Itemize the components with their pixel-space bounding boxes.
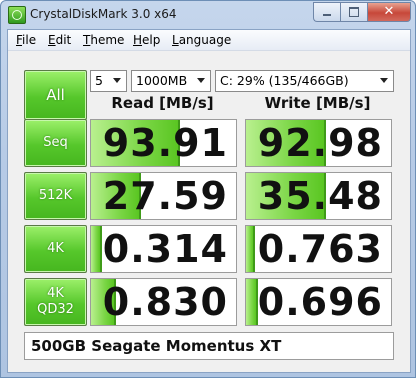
- seq-label: Seq: [43, 135, 68, 150]
- drive-value: C: 29% (135/466GB): [220, 73, 349, 88]
- drive-select[interactable]: C: 29% (135/466GB): [215, 70, 394, 92]
- client-area: File Edit Theme Help Language All 5 1000…: [7, 29, 411, 373]
- seq-read-value: 93.91: [102, 121, 228, 165]
- menu-file[interactable]: File: [16, 33, 36, 47]
- menu-help-label: elp: [142, 33, 161, 47]
- 4k-write-cell: 0.763: [245, 225, 392, 273]
- 512k-write-value: 35.48: [257, 174, 383, 218]
- menu-bar: File Edit Theme Help Language: [8, 30, 410, 51]
- close-icon: ✕: [383, 4, 395, 19]
- all-button[interactable]: All: [24, 70, 87, 120]
- comment-text: 500GB Seagate Momentus XT: [31, 337, 282, 355]
- menu-edit-mnemonic: E: [48, 33, 56, 47]
- caption-buttons: ✕: [313, 2, 411, 22]
- menu-file-label: ile: [22, 33, 37, 47]
- chevron-down-icon: [197, 78, 205, 83]
- minimize-button[interactable]: [313, 2, 340, 22]
- 4k-qd32-write-cell: 0.696: [245, 278, 392, 326]
- 4k-qd32-read-value: 0.830: [102, 280, 228, 324]
- test-count-value: 5: [95, 73, 103, 88]
- 512k-write-cell: 35.48: [245, 172, 392, 220]
- crystaldiskmark-icon: [8, 6, 26, 24]
- menu-theme-label: heme: [90, 33, 125, 47]
- menu-language-mnemonic: L: [172, 33, 179, 47]
- seq-button[interactable]: Seq: [24, 119, 87, 167]
- seq-write-cell: 92.98: [245, 119, 392, 167]
- menu-help[interactable]: Help: [133, 33, 160, 47]
- menu-theme[interactable]: Theme: [83, 33, 124, 47]
- 4k-read-value: 0.314: [102, 227, 228, 271]
- title-bar[interactable]: CrystalDiskMark 3.0 x64 ✕: [1, 1, 415, 29]
- 4k-qd32-write-bar: [246, 279, 259, 325]
- menu-help-mnemonic: H: [133, 33, 143, 47]
- test-size-select[interactable]: 1000MB: [131, 70, 211, 92]
- menu-edit-label: dit: [55, 33, 72, 47]
- 512k-read-value: 27.59: [102, 174, 228, 218]
- window-title: CrystalDiskMark 3.0 x64: [30, 7, 177, 21]
- 4k-read-cell: 0.314: [90, 225, 237, 273]
- chevron-down-icon: [113, 78, 121, 83]
- 4k-button[interactable]: 4K: [24, 225, 87, 273]
- maximize-button[interactable]: [340, 2, 367, 22]
- read-header: Read [MB/s]: [111, 94, 214, 112]
- comment-field[interactable]: 500GB Seagate Momentus XT: [24, 332, 394, 360]
- chevron-down-icon: [380, 78, 388, 83]
- 4k-qd32-read-cell: 0.830: [90, 278, 237, 326]
- menu-edit[interactable]: Edit: [48, 33, 71, 47]
- 4k-qd32-label-line2: QD32: [37, 302, 74, 317]
- menu-language-label: anguage: [178, 33, 232, 47]
- maximize-icon: [349, 7, 359, 17]
- 4k-qd32-button[interactable]: 4K QD32: [24, 278, 87, 326]
- 4k-write-value: 0.763: [257, 227, 383, 271]
- close-button[interactable]: ✕: [367, 2, 411, 22]
- 512k-button[interactable]: 512K: [24, 172, 87, 220]
- seq-write-value: 92.98: [257, 121, 383, 165]
- 4k-qd32-label-line1: 4K: [47, 286, 64, 301]
- test-count-select[interactable]: 5: [90, 70, 127, 92]
- minimize-icon: [323, 14, 331, 16]
- app-window: CrystalDiskMark 3.0 x64 ✕ File Edit Them…: [0, 0, 416, 378]
- 4k-qd32-write-value: 0.696: [257, 280, 383, 324]
- test-size-value: 1000MB: [136, 73, 188, 88]
- 512k-label: 512K: [38, 188, 73, 203]
- 4k-write-bar: [246, 226, 256, 272]
- 4k-read-bar: [91, 226, 102, 272]
- seq-read-cell: 93.91: [90, 119, 237, 167]
- menu-language[interactable]: Language: [172, 33, 231, 47]
- 4k-label: 4K: [47, 241, 64, 256]
- write-header: Write [MB/s]: [264, 94, 371, 112]
- 512k-read-cell: 27.59: [90, 172, 237, 220]
